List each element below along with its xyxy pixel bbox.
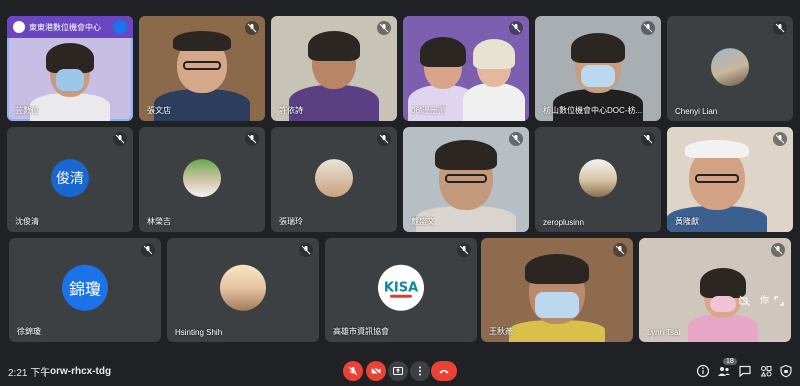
present-icon <box>393 367 403 375</box>
mic-off-icon <box>773 132 787 146</box>
lock-icon <box>780 364 792 378</box>
meeting-code: orw-rhcx-tdg <box>50 365 112 377</box>
mic-off-icon <box>299 243 313 257</box>
participant-tile[interactable]: KISA 高雄市資訊協會 <box>325 238 477 342</box>
participant-tile[interactable]: 張文店 <box>139 16 265 121</box>
avatar: 俊清 <box>51 158 89 197</box>
more-options-button[interactable] <box>410 361 430 381</box>
participant-tile[interactable]: 錦瓊 徐錦瓊 <box>9 238 161 342</box>
participant-name: zeroplusinn <box>543 218 584 227</box>
mic-off-icon <box>641 132 655 146</box>
mic-off-icon <box>773 21 787 35</box>
participant-tile[interactable]: zeroplusinn <box>535 127 661 232</box>
present-button[interactable] <box>388 361 408 381</box>
participant-name: 許依詩 <box>279 106 303 115</box>
camera-toggle-button[interactable] <box>366 361 386 381</box>
leave-call-button[interactable] <box>431 361 457 381</box>
participant-name: 林榮吉 <box>147 217 171 226</box>
mic-off-icon <box>509 21 523 35</box>
participant-name: 戴盛文 <box>411 217 435 226</box>
avatar <box>711 47 749 86</box>
speaking-indicator-icon <box>113 20 127 34</box>
mic-off-icon <box>509 132 523 146</box>
participant-tile[interactable]: 戴盛文 <box>403 127 529 232</box>
participant-tile[interactable]: Chenyi Lian <box>667 16 793 121</box>
avatar <box>220 264 266 311</box>
participant-name: 芸數位 <box>15 106 39 115</box>
participant-name: 06I溫玉燕 <box>411 106 447 115</box>
banner-text: 東東港數位機會中心 <box>29 22 101 32</box>
participant-video <box>509 254 605 342</box>
mic-off-icon <box>641 21 655 35</box>
mic-off-icon <box>113 132 127 146</box>
participant-tile[interactable]: 林榮吉 <box>139 127 265 232</box>
participant-count-badge: 18 <box>723 358 737 365</box>
more-vert-icon <box>419 366 421 376</box>
mic-off-icon <box>771 243 785 257</box>
avatar: KISA <box>378 264 424 311</box>
participant-name: Chenyi Lian <box>675 107 718 116</box>
people-button[interactable] <box>717 364 731 378</box>
mic-off-icon <box>377 21 391 35</box>
call-end-icon <box>439 370 449 374</box>
activities-icon <box>760 366 772 377</box>
participant-name: Lynn Tsai <box>647 328 681 337</box>
participant-tile[interactable]: 黃隆獻 <box>667 127 793 232</box>
chat-icon <box>739 365 751 378</box>
participant-tile[interactable]: 許依詩 <box>271 16 397 121</box>
mic-toggle-button[interactable] <box>343 361 363 381</box>
participant-name: 張文店 <box>147 106 171 115</box>
participant-name: Hsinting Shih <box>175 328 223 337</box>
mic-off-icon <box>141 243 155 257</box>
activities-button[interactable] <box>759 364 773 378</box>
camera-off-icon <box>370 365 382 377</box>
chat-button[interactable] <box>738 364 752 378</box>
mic-off-icon <box>613 243 627 257</box>
participant-tile[interactable]: 枋山數位機會中心DOC-枋... <box>535 16 661 121</box>
info-icon <box>696 364 710 378</box>
participant-video <box>30 43 110 121</box>
mic-off-icon <box>245 21 259 35</box>
participant-tile[interactable]: 俊清 沈俊清 <box>7 127 133 232</box>
participant-name: 張瑞玲 <box>279 217 303 226</box>
participant-name: 沈俊清 <box>15 217 39 226</box>
participant-tile[interactable]: 王秋燕 <box>481 238 633 342</box>
participant-tile[interactable]: Hsinting Shih <box>167 238 319 342</box>
avatar <box>315 158 353 197</box>
self-label: 你 <box>759 295 769 305</box>
participant-name: 高雄市資訊協會 <box>333 327 389 336</box>
mic-off-icon <box>245 132 259 146</box>
logo-icon <box>13 21 25 33</box>
camera-off-icon <box>739 294 751 312</box>
participant-tile[interactable]: 你 Lynn Tsai <box>639 238 791 342</box>
meeting-details-button[interactable] <box>696 364 710 378</box>
participant-tile[interactable]: 張瑞玲 <box>271 127 397 232</box>
participant-tile[interactable]: 東東港數位機會中心 芸數位 <box>7 16 133 121</box>
participant-name: 枋山數位機會中心DOC-枋... <box>543 106 643 115</box>
avatar <box>579 158 617 197</box>
logo-text: KISA <box>383 280 419 296</box>
mic-off-icon <box>377 132 391 146</box>
participant-video <box>462 39 525 121</box>
mic-off-icon <box>348 366 358 376</box>
avatar <box>183 158 221 197</box>
host-controls-button[interactable] <box>779 364 793 378</box>
mic-off-icon <box>457 243 471 257</box>
people-icon <box>718 367 730 376</box>
expand-icon[interactable] <box>773 294 785 312</box>
avatar: 錦瓊 <box>62 264 108 311</box>
participant-name: 黃隆獻 <box>675 217 699 226</box>
participant-name: 徐錦瓊 <box>17 327 41 336</box>
participant-name: 王秋燕 <box>489 327 513 336</box>
bottom-toolbar: 2:21 下午 | orw-rhcx-tdg 18 <box>0 356 800 386</box>
participant-tile[interactable]: 06I溫玉燕 <box>403 16 529 121</box>
separator: | <box>43 365 46 377</box>
